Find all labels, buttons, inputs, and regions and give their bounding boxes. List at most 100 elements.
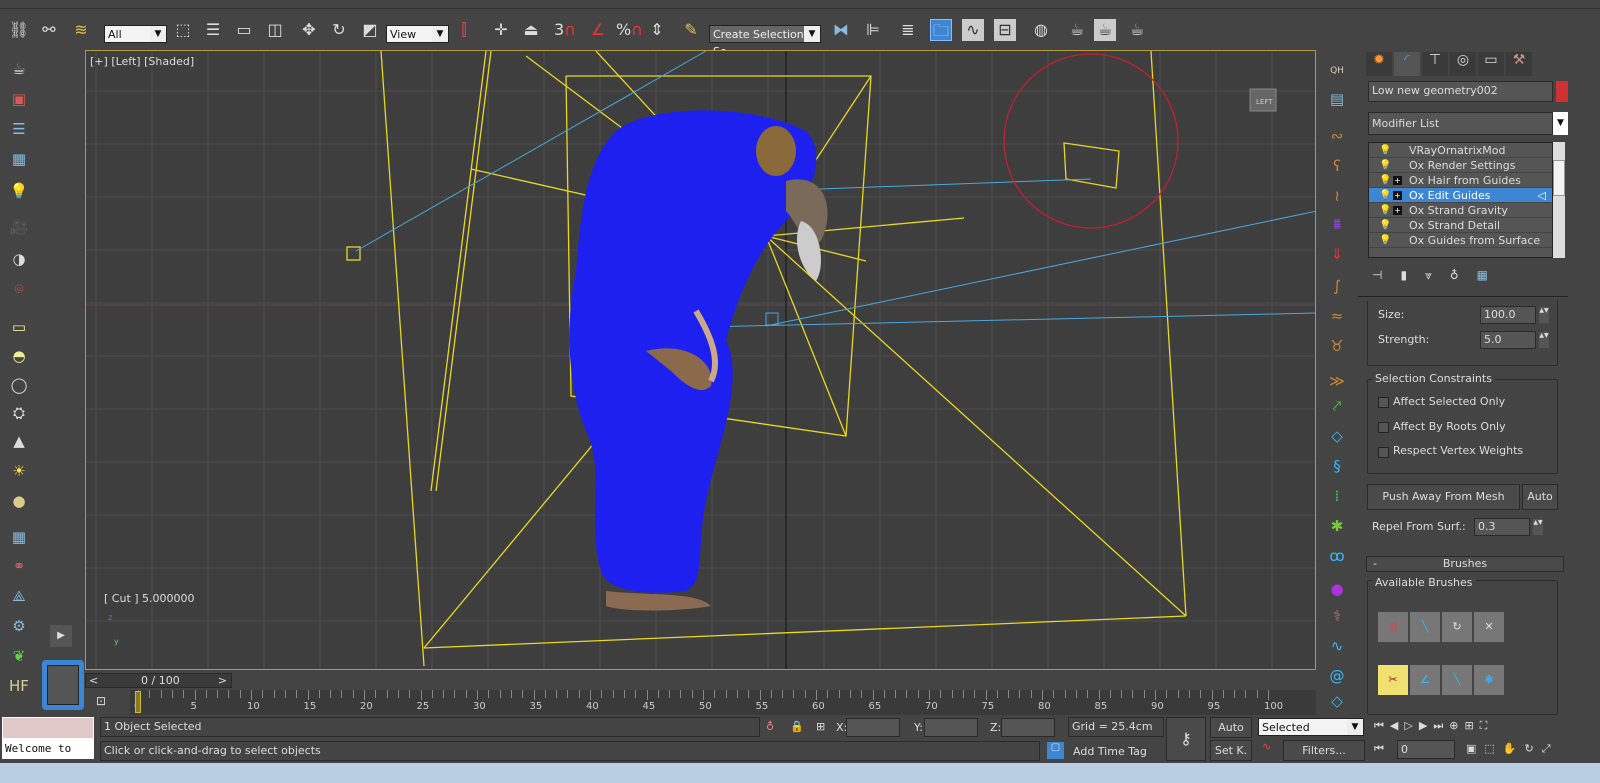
size-spinner[interactable]: ▲▼ [1539, 307, 1549, 323]
mirror-icon[interactable]: ⧓ [830, 19, 852, 41]
time-tag-icon[interactable]: ▢ [1047, 742, 1064, 759]
viewport-layout-button[interactable] [42, 660, 84, 710]
curve-editor-icon[interactable]: ∿ [962, 19, 984, 41]
strands-icon[interactable]: ≀ [1326, 185, 1348, 207]
chain-icon[interactable]: § [1326, 455, 1348, 477]
expand-icon[interactable]: + [1393, 206, 1402, 215]
camera-icon[interactable]: 🎥 [8, 216, 30, 238]
schematic-view-icon[interactable]: ⊟ [994, 19, 1016, 41]
modifier-stack-item[interactable]: 💡 + Ox Edit Guides ◁ [1369, 188, 1552, 203]
molecule-icon[interactable]: ⚭ [8, 555, 30, 577]
orbit-icon[interactable]: ↻ [1525, 742, 1534, 756]
edit-named-selection-icon[interactable]: ✎ [680, 19, 702, 41]
affect-selected-label[interactable]: Affect Selected Only [1393, 395, 1505, 408]
list-icon[interactable]: ▤ [1326, 88, 1348, 110]
modifier-stack-item[interactable]: 💡 + Ox Hair from Guides [1369, 173, 1552, 188]
layer-icon[interactable]: ≣ [897, 19, 919, 41]
viewport-menu-view[interactable]: [Left] [111, 55, 140, 68]
pan-icon[interactable]: ✋ [1503, 742, 1517, 756]
align-icon[interactable]: ⊫ [862, 19, 884, 41]
light-icon[interactable]: 💡 [8, 180, 30, 202]
brush-rotate-icon[interactable]: ↻ [1442, 612, 1472, 642]
y-coordinate-input[interactable] [924, 718, 978, 737]
dome-light-icon[interactable]: ◓ [8, 345, 30, 367]
object-name-field[interactable]: Low new geometry002 [1368, 81, 1553, 102]
grass-icon[interactable]: ❦ [8, 645, 30, 667]
scene-explorer-icon[interactable]: 🗀 [930, 19, 952, 41]
brush-scale-icon[interactable]: ✕ [1474, 612, 1504, 642]
key-filters-button[interactable]: Filters... [1283, 740, 1365, 761]
affect-roots-checkbox[interactable] [1378, 422, 1389, 433]
repel-spinner[interactable]: ▲▼ [1533, 519, 1543, 535]
modifier-stack-item[interactable]: 💡 Ox Guides from Surface [1369, 233, 1552, 248]
expand-icon[interactable]: + [1393, 176, 1402, 185]
time-cursor[interactable] [135, 691, 141, 713]
spinner-snap-icon[interactable]: ⇕ [646, 19, 668, 41]
next-frame-icon[interactable]: ▶ [1419, 719, 1427, 733]
auto-button[interactable]: Auto [1522, 484, 1558, 510]
absolute-mode-icon[interactable]: ⊞ [816, 720, 825, 733]
twist-icon[interactable]: ꝏ [1326, 545, 1348, 567]
frizz-icon[interactable]: ≈ [1326, 305, 1348, 327]
snap-icon[interactable]: 3∩ [554, 19, 576, 41]
gear-icon[interactable]: ⚙ [8, 615, 30, 637]
object-color-swatch[interactable] [1556, 81, 1568, 102]
make-unique-icon[interactable]: ⩔ [1425, 268, 1432, 283]
table-icon[interactable]: ▦ [8, 148, 30, 170]
mesh-from-strands-icon[interactable]: ⚕ [1326, 605, 1348, 627]
hair-farm-icon[interactable]: HF [8, 675, 30, 697]
braid-icon[interactable]: ≫ [1326, 370, 1348, 392]
key-filter-dropdown[interactable]: Selected ▼ [1258, 718, 1364, 736]
motion-tab[interactable]: ◎ [1450, 52, 1476, 76]
window-crossing-icon[interactable]: ◫ [264, 19, 286, 41]
edit-guides-icon[interactable]: ⤤ [1326, 395, 1348, 417]
lock-icon[interactable]: 🔒 [790, 720, 804, 733]
maxscript-listener-output[interactable]: Welcome to [2, 739, 94, 759]
quick-hair-icon[interactable]: QH [1326, 60, 1348, 82]
affect-roots-label[interactable]: Affect By Roots Only [1393, 420, 1506, 433]
render-icon[interactable]: ▣ [8, 88, 30, 110]
manipulate-icon[interactable]: ✛ [490, 19, 512, 41]
zoom-icon[interactable]: ⊕ [1449, 719, 1458, 733]
remove-modifier-icon[interactable]: ♁ [1450, 268, 1459, 283]
mesh-light-icon[interactable]: ⛭ [8, 402, 30, 424]
utilities-tab[interactable]: ⚒ [1506, 52, 1532, 76]
brush-move-icon[interactable]: ⇶ [1378, 612, 1408, 642]
camera-red-icon[interactable]: ⌾ [8, 278, 30, 300]
lightbulb-icon[interactable]: 💡 [1379, 173, 1391, 188]
auto-key-button[interactable]: Auto [1210, 717, 1252, 738]
zoom-extents-icon[interactable]: ⛶ [1480, 719, 1488, 733]
show-end-result-icon[interactable]: ▮ [1400, 268, 1407, 283]
plane-icon[interactable]: ▭ [8, 316, 30, 338]
lightbulb-icon[interactable]: 💡 [1379, 218, 1391, 233]
maxscript-listener-input[interactable] [2, 717, 94, 739]
scale-icon[interactable]: ◩ [359, 19, 381, 41]
modify-tab[interactable]: ◜ [1394, 52, 1420, 76]
pivot-icon[interactable]: ⫿ [453, 19, 475, 41]
display-tab[interactable]: ▭ [1478, 52, 1504, 76]
selection-filter-dropdown[interactable]: All ▼ [104, 25, 167, 43]
lightbulb-icon[interactable]: 💡 [1379, 233, 1391, 248]
list-icon[interactable]: ☰ [8, 118, 30, 140]
region-zoom-icon[interactable]: ⬚ [1484, 742, 1494, 756]
sphere-icon[interactable]: ● [8, 490, 30, 512]
create-tab[interactable]: ✹ [1366, 52, 1392, 76]
push-away-button[interactable]: Push Away From Mesh [1367, 484, 1520, 510]
mini-curve-editor-icon[interactable]: ⊡ [96, 694, 106, 708]
cone-icon[interactable]: ▲ [8, 430, 30, 452]
sun-icon[interactable]: ☀ [8, 460, 30, 482]
helper-icon[interactable]: ◑ [8, 248, 30, 270]
key-mode-icon[interactable]: ⏮ [1374, 742, 1384, 756]
current-frame-input[interactable]: 0 [1397, 740, 1455, 759]
time-next-button[interactable]: > [218, 674, 227, 687]
x-coordinate-input[interactable] [846, 718, 900, 737]
render-setup-icon[interactable]: ☕ [1066, 19, 1088, 41]
curl-icon[interactable]: ∾ [1326, 125, 1348, 147]
go-to-start-icon[interactable]: ⏮ [1374, 719, 1384, 733]
render-frame-icon[interactable]: ☕ [1094, 19, 1116, 41]
rect-selection-icon[interactable]: ▭ [233, 19, 255, 41]
curve-icon[interactable]: ∿ [1262, 740, 1271, 753]
ground-icon[interactable]: ◇ [1326, 690, 1348, 712]
set-key-button[interactable]: Set K. [1210, 740, 1252, 761]
brush-cut-icon[interactable]: ✂ [1378, 665, 1408, 695]
